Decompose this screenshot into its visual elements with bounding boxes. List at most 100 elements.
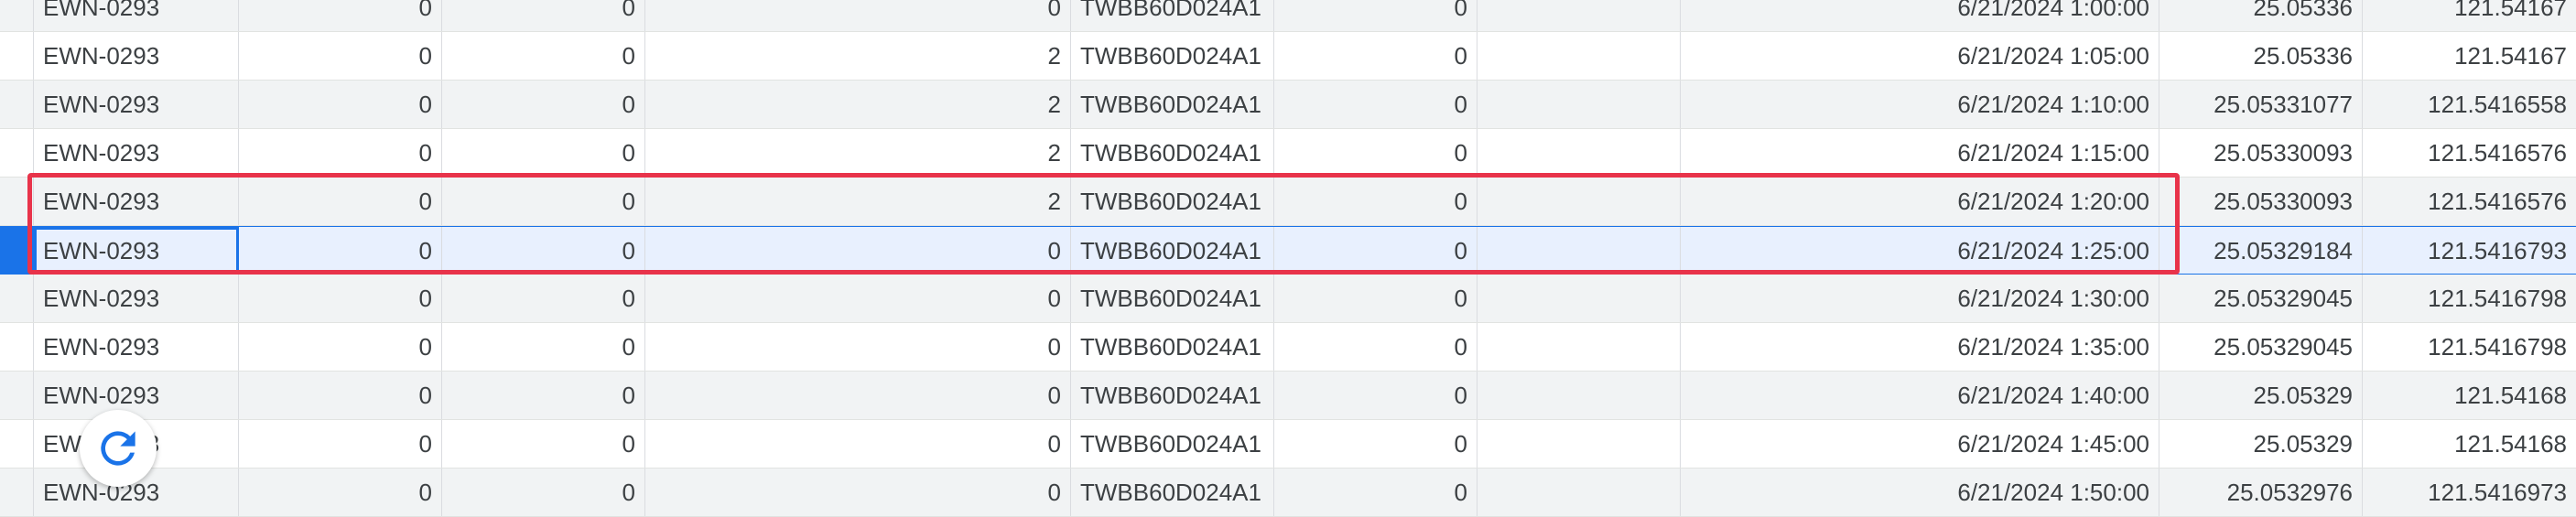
row-header[interactable] — [0, 323, 34, 371]
table-cell[interactable]: 25.05336 — [2159, 32, 2363, 80]
table-cell[interactable]: TWBB60D024A1 — [1071, 81, 1274, 128]
table-row[interactable]: EWN-0293 0 0 0 TWBB60D024A1 0 6/21/2024 … — [0, 0, 2576, 32]
table-cell[interactable]: 0 — [442, 129, 645, 177]
table-cell[interactable] — [1477, 420, 1681, 468]
table-cell[interactable]: EWN-0293 — [34, 129, 239, 177]
table-cell[interactable]: 6/21/2024 1:35:00 — [1681, 323, 2159, 371]
row-header[interactable] — [0, 0, 34, 31]
table-cell[interactable]: TWBB60D024A1 — [1071, 420, 1274, 468]
row-header[interactable] — [0, 178, 34, 225]
table-cell[interactable]: 0 — [645, 469, 1071, 516]
row-header[interactable] — [0, 81, 34, 128]
table-row[interactable]: EWN-0293 0 0 2 TWBB60D024A1 0 6/21/2024 … — [0, 129, 2576, 178]
table-cell[interactable]: EWN-0293 — [34, 32, 239, 80]
table-cell[interactable]: 2 — [645, 32, 1071, 80]
table-cell[interactable] — [1477, 275, 1681, 322]
table-row[interactable]: EWN-0293 0 0 0 TWBB60D024A1 0 6/21/2024 … — [0, 372, 2576, 420]
table-cell[interactable]: 121.5416798 — [2363, 323, 2576, 371]
table-cell[interactable]: 6/21/2024 1:05:00 — [1681, 32, 2159, 80]
table-cell[interactable]: 2 — [645, 178, 1071, 225]
table-cell[interactable]: 121.5416793 — [2363, 227, 2576, 274]
table-cell[interactable]: 0 — [645, 420, 1071, 468]
table-cell[interactable]: 121.5416798 — [2363, 275, 2576, 322]
table-cell[interactable]: EWN-0293 — [34, 178, 239, 225]
table-cell[interactable]: 0 — [239, 178, 442, 225]
table-cell[interactable]: 2 — [645, 81, 1071, 128]
table-cell[interactable]: 25.05329045 — [2159, 275, 2363, 322]
table-cell[interactable]: 0 — [442, 275, 645, 322]
table-row[interactable]: EWN-0293 0 0 2 TWBB60D024A1 0 6/21/2024 … — [0, 81, 2576, 129]
table-cell[interactable]: 25.0532976 — [2159, 469, 2363, 516]
table-cell[interactable]: 121.54168 — [2363, 372, 2576, 419]
table-cell[interactable]: 0 — [239, 0, 442, 31]
table-cell[interactable]: TWBB60D024A1 — [1071, 178, 1274, 225]
table-cell[interactable]: 6/21/2024 1:30:00 — [1681, 275, 2159, 322]
table-cell[interactable]: 0 — [1274, 0, 1477, 31]
table-cell[interactable]: 0 — [239, 129, 442, 177]
table-cell[interactable] — [1477, 469, 1681, 516]
table-cell[interactable]: 6/21/2024 1:10:00 — [1681, 81, 2159, 128]
table-cell[interactable]: 25.05329 — [2159, 420, 2363, 468]
table-cell[interactable]: TWBB60D024A1 — [1071, 275, 1274, 322]
table-cell[interactable]: EWN-0293 — [34, 323, 239, 371]
table-cell[interactable]: 25.05329 — [2159, 372, 2363, 419]
table-row[interactable]: EWN-0293 0 0 0 TWBB60D024A1 0 6/21/2024 … — [0, 420, 2576, 469]
table-cell[interactable]: TWBB60D024A1 — [1071, 323, 1274, 371]
table-cell[interactable]: 6/21/2024 1:45:00 — [1681, 420, 2159, 468]
table-cell[interactable]: 0 — [239, 420, 442, 468]
table-cell[interactable]: 25.05336 — [2159, 0, 2363, 31]
table-cell[interactable]: 0 — [645, 0, 1071, 31]
table-cell[interactable]: EWN-0293 — [34, 372, 239, 419]
row-header-selected[interactable] — [0, 227, 34, 274]
table-cell[interactable]: 121.54168 — [2363, 420, 2576, 468]
table-cell[interactable] — [1477, 323, 1681, 371]
table-cell[interactable] — [1477, 0, 1681, 31]
table-cell[interactable]: EWN-0293 — [34, 0, 239, 31]
table-cell[interactable]: 6/21/2024 1:40:00 — [1681, 372, 2159, 419]
table-cell[interactable]: 6/21/2024 1:00:00 — [1681, 0, 2159, 31]
table-cell[interactable] — [1477, 81, 1681, 128]
table-cell[interactable]: 0 — [442, 81, 645, 128]
table-cell[interactable]: 0 — [239, 469, 442, 516]
table-cell[interactable]: 121.5416576 — [2363, 129, 2576, 177]
table-cell[interactable]: 0 — [239, 275, 442, 322]
table-cell[interactable]: 0 — [239, 372, 442, 419]
table-cell[interactable]: 25.05331077 — [2159, 81, 2363, 128]
table-cell-active[interactable]: EWN-0293 — [34, 227, 239, 274]
table-row[interactable]: EWN-0293 0 0 0 TWBB60D024A1 0 6/21/2024 … — [0, 469, 2576, 517]
table-cell[interactable]: TWBB60D024A1 — [1071, 32, 1274, 80]
table-cell[interactable]: 121.5416973 — [2363, 469, 2576, 516]
table-cell[interactable]: 25.05329184 — [2159, 227, 2363, 274]
table-cell[interactable]: TWBB60D024A1 — [1071, 372, 1274, 419]
row-header[interactable] — [0, 420, 34, 468]
table-cell[interactable]: TWBB60D024A1 — [1071, 0, 1274, 31]
row-header[interactable] — [0, 32, 34, 80]
table-cell[interactable] — [1477, 227, 1681, 274]
table-cell[interactable]: 121.54167 — [2363, 32, 2576, 80]
table-cell[interactable]: 121.5416576 — [2363, 178, 2576, 225]
table-cell[interactable] — [1477, 372, 1681, 419]
table-row-selected[interactable]: EWN-0293 0 0 0 TWBB60D024A1 0 6/21/2024 … — [0, 226, 2576, 275]
table-cell[interactable]: EWN-0293 — [34, 275, 239, 322]
table-cell[interactable]: 0 — [1274, 420, 1477, 468]
table-cell[interactable]: 0 — [1274, 323, 1477, 371]
table-cell[interactable]: EWN-0293 — [34, 81, 239, 128]
row-header[interactable] — [0, 275, 34, 322]
table-cell[interactable]: 0 — [1274, 129, 1477, 177]
table-cell[interactable]: 121.54167 — [2363, 0, 2576, 31]
table-cell[interactable]: 0 — [239, 323, 442, 371]
refresh-button[interactable] — [80, 410, 157, 487]
table-cell[interactable]: 0 — [442, 420, 645, 468]
table-cell[interactable]: 0 — [1274, 372, 1477, 419]
row-header[interactable] — [0, 129, 34, 177]
table-cell[interactable]: 2 — [645, 129, 1071, 177]
table-cell[interactable]: 0 — [239, 32, 442, 80]
table-cell[interactable]: 0 — [1274, 81, 1477, 128]
row-header[interactable] — [0, 372, 34, 419]
table-cell[interactable]: 0 — [442, 469, 645, 516]
table-cell[interactable]: 121.5416558 — [2363, 81, 2576, 128]
table-cell[interactable]: 25.05329045 — [2159, 323, 2363, 371]
row-header[interactable] — [0, 469, 34, 516]
table-cell[interactable] — [1477, 32, 1681, 80]
table-cell[interactable]: TWBB60D024A1 — [1071, 129, 1274, 177]
